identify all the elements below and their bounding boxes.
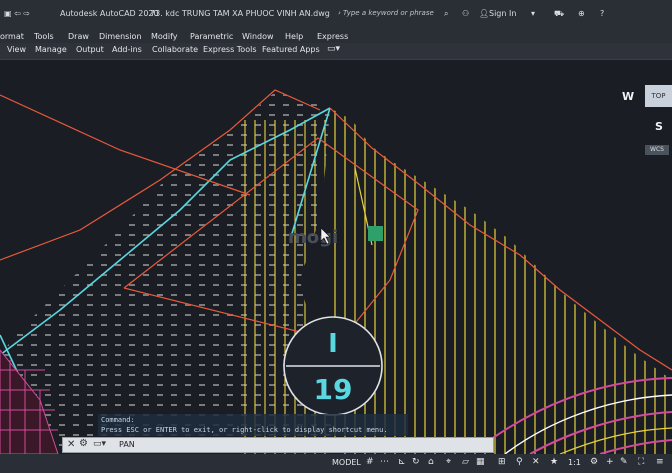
wrench-icon[interactable]: ⚙ [79,438,88,449]
ribbon-tabs: View Manage Output Add-ins Collaborate E… [0,43,672,60]
menu-window[interactable]: Window [242,32,274,41]
drawing-svg: I 19 mogi [0,89,672,454]
tab-express-tools[interactable]: Express Tools [203,45,257,54]
menu-dimension[interactable]: Dimension [99,32,142,41]
command-prompt-icon: ▭▾ [93,439,107,449]
units-icon[interactable]: ✕ [532,457,540,467]
model-button[interactable]: MODEL [332,458,361,467]
menu-help[interactable]: Help [285,32,303,41]
menu-parametric[interactable]: Parametric [190,32,233,41]
viewcube-south[interactable]: S [655,120,663,133]
ortho-icon[interactable]: ⊾ [398,457,406,467]
polar-icon[interactable]: ↻ [412,457,420,467]
dotted-hatch-area [0,92,340,454]
sign-in-button[interactable]: Sign In [489,9,516,18]
search-icon[interactable]: ⌕ [444,9,448,19]
document-title: 73. kdc TRUNG TAM XA PHUOC VINH AN.dwg [150,9,330,18]
annotation-visibility-icon[interactable]: ★ [550,457,558,467]
annotation-monitor-icon[interactable]: ⚲ [516,457,523,467]
tab-output[interactable]: Output [76,45,104,54]
binoculars-icon[interactable]: ⚇ [462,9,469,18]
ribbon-toggle-icon[interactable]: ▭▾ [327,44,340,54]
menu-format[interactable]: ormat [0,32,24,41]
viewcube-west[interactable]: W [622,90,634,103]
connect-icon[interactable]: ⊕ [578,9,585,18]
drawing-canvas[interactable]: I 19 mogi W TOP S WCS [0,60,672,454]
selection-cycling-icon[interactable]: ⊞ [498,457,506,467]
isodraft-icon[interactable]: ⌂ [428,457,434,467]
help-icon[interactable]: ? [600,9,604,18]
qat-save-icon[interactable]: ▣ ⇦ ⇨ [4,9,30,18]
tab-view[interactable]: View [7,45,26,54]
app-title: Autodesk AutoCAD 2020 [60,9,159,18]
tab-add-ins[interactable]: Add-ins [112,45,142,54]
label-top-text: I [328,329,338,359]
title-bar: ▣ ⇦ ⇨ Autodesk AutoCAD 2020 73. kdc TRUN… [0,0,672,30]
fullscreen-icon[interactable]: ⛶ [638,457,644,467]
customization-icon[interactable]: ≡ [656,457,664,467]
menu-draw[interactable]: Draw [68,32,89,41]
isolate-objects-icon[interactable]: ✎ [620,457,628,467]
label-bottom-text: 19 [314,373,353,406]
grid-icon[interactable]: # [366,457,374,467]
plus-icon[interactable]: + [606,457,614,467]
viewcube-top-face[interactable]: TOP [645,85,672,107]
close-icon[interactable]: ✕ [67,439,75,450]
search-chevron-icon: › [338,9,341,17]
vertical-hatch-lines [334,108,666,454]
cart-icon[interactable]: ⛟ [554,9,564,19]
lineweight-icon[interactable]: ▱ [462,457,469,467]
wcs-menu[interactable]: WCS [645,145,669,155]
command-input[interactable]: PAN [119,440,135,449]
annotation-scale[interactable]: 1:1 [568,458,581,467]
tab-manage[interactable]: Manage [35,45,67,54]
menu-bar: ormat Tools Draw Dimension Modify Parame… [0,30,672,43]
settings-icon[interactable]: ⚙ [590,457,598,467]
snap-icon[interactable]: ⋯ [380,457,389,467]
watermark-mark-icon [368,226,383,241]
search-input[interactable]: › Type a keyword or phrase [338,9,434,17]
menu-modify[interactable]: Modify [151,32,178,41]
autocad-window: ▣ ⇦ ⇨ Autodesk AutoCAD 2020 73. kdc TRUN… [0,0,672,473]
command-history-line: Press ESC or ENTER to exit, or right-cli… [101,426,388,434]
status-bar: MODEL # ⋯ ⊾ ↻ ⌂ ⌖ ▱ ▦ ⊞ ⚲ ✕ ★ 1:1 ⚙ + ✎ … [0,454,672,473]
command-line[interactable]: ✕ ⚙ ▭▾ PAN [62,437,494,453]
command-history-line: Command: [101,416,135,424]
transparency-icon[interactable]: ▦ [476,457,485,467]
menu-tools[interactable]: Tools [34,32,54,41]
watermark-text: mogi [288,227,338,248]
label-bubble: I 19 [283,316,383,416]
tab-featured-apps[interactable]: Featured Apps [262,45,320,54]
tab-collaborate[interactable]: Collaborate [152,45,198,54]
command-history: Command: Press ESC or ENTER to exit, or … [98,414,408,436]
watermark-logo: mogi [288,226,383,248]
user-icon[interactable]: 👤︎ [479,9,489,18]
osnap-icon[interactable]: ⌖ [446,457,451,467]
menu-express[interactable]: Express [317,32,348,41]
sign-in-dropdown-icon[interactable]: ▾ [531,9,535,18]
